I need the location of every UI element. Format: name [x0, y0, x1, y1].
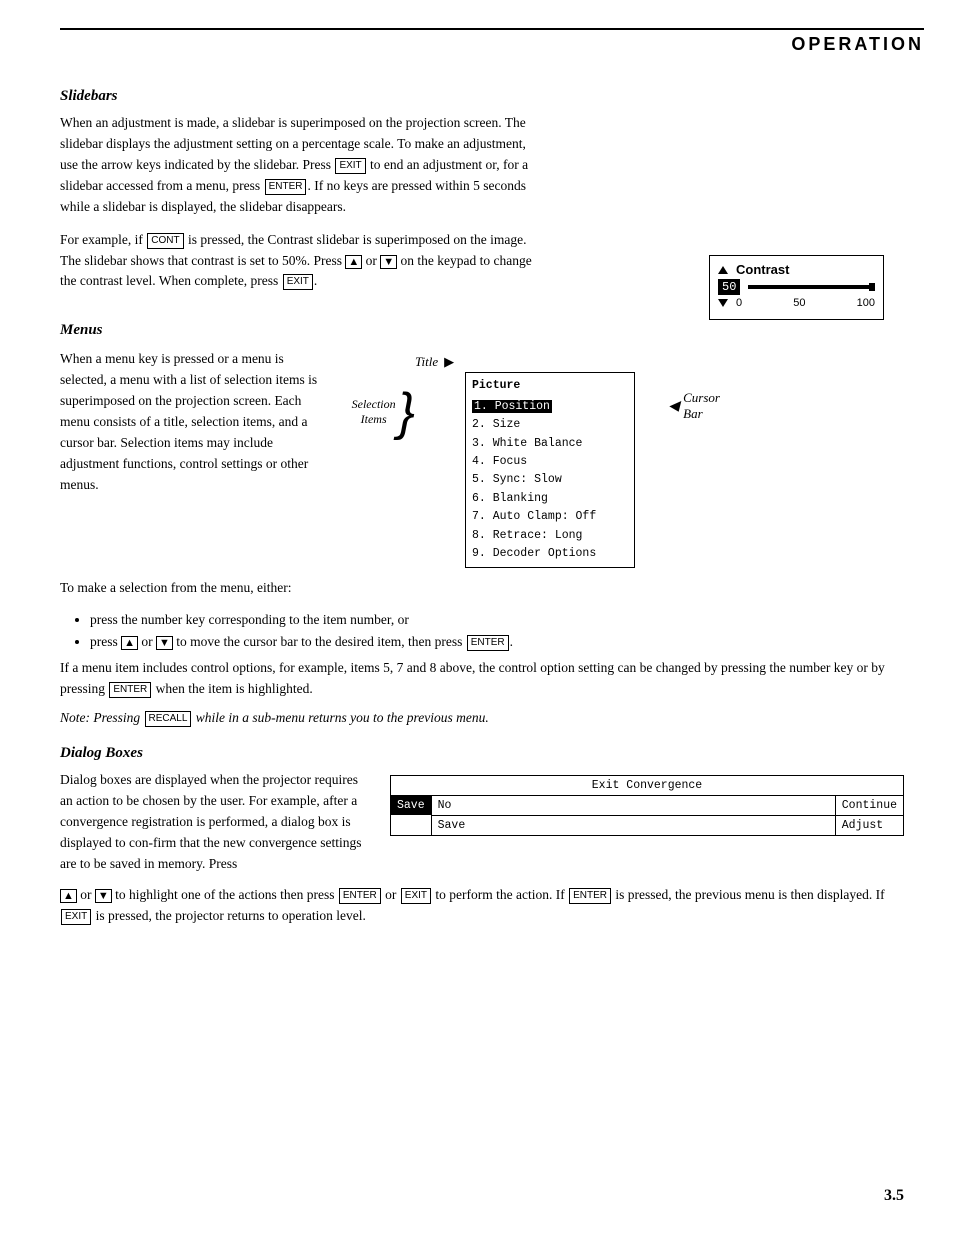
page-number: 3.5 — [884, 1187, 904, 1205]
menu-item-5: 5. Sync: Slow — [472, 471, 628, 489]
dialog-box-buttons: Save No Save Continue Adjust — [391, 796, 903, 835]
dialog-save2-btn[interactable]: Save — [432, 816, 835, 835]
menu-item-7: 7. Auto Clamp: Off — [472, 508, 628, 526]
cursor-bar-label: Cursor Bar — [683, 390, 720, 422]
menus-bullet-list: press the number key corresponding to th… — [80, 609, 904, 652]
menus-text-col: When a menu key is pressed or a menu is … — [60, 349, 330, 568]
dialog-continue-btn[interactable]: Continue — [836, 796, 903, 816]
menus-body-text: When a menu key is pressed or a menu is … — [60, 349, 330, 495]
contrast-up-arrow-icon — [718, 266, 728, 274]
exit-key-badge: EXIT — [335, 158, 365, 174]
dialog-layout: Dialog boxes are displayed when the proj… — [60, 770, 904, 875]
menus-para2: If a menu item includes control options,… — [60, 658, 904, 700]
bullet-item-1: press the number key corresponding to th… — [90, 609, 904, 631]
up-key-badge3: ▲ — [60, 889, 77, 903]
dialog-boxes-heading: Dialog Boxes — [60, 745, 904, 762]
enter-key-badge: ENTER — [265, 179, 307, 195]
dialog-para2: ▲ or ▼ to highlight one of the actions t… — [60, 885, 904, 927]
cursor-bar-arrow-icon: ◀ — [668, 398, 679, 415]
menus-note: Note: Pressing RECALL while in a sub-men… — [60, 710, 904, 727]
menu-diagram: Title ▶ Picture 1. Position 2. Size 3. W… — [360, 354, 904, 568]
dn-key-badge: ▼ — [380, 255, 397, 269]
slidebars-para2: For example, if CONT is pressed, the Con… — [60, 230, 540, 293]
menu-title-label: Title — [415, 354, 438, 370]
enter-key-badge3: ENTER — [109, 682, 151, 698]
contrast-down-arrow-icon — [718, 299, 728, 307]
menu-item-3: 3. White Balance — [472, 435, 628, 453]
dialog-save-btn[interactable]: Save — [391, 796, 431, 815]
selection-items-label: SelectionItems — [352, 397, 396, 427]
contrast-value: 50 — [718, 279, 740, 295]
dialog-box: Exit Convergence Save No Save Continue A… — [390, 775, 904, 836]
header-bar: OPERATION — [60, 28, 924, 55]
menus-heading: Menus — [60, 322, 904, 339]
dn-key-badge3: ▼ — [95, 889, 112, 903]
dialog-adjust-btn[interactable]: Adjust — [836, 816, 903, 835]
menus-layout: When a menu key is pressed or a menu is … — [60, 349, 904, 568]
dialog-para1: Dialog boxes are displayed when the proj… — [60, 770, 370, 875]
recall-key-badge: RECALL — [145, 711, 192, 727]
dialog-middle-col: No Save — [431, 796, 835, 835]
dn-key-badge2: ▼ — [156, 636, 173, 650]
menu-title-arrow-icon: ▶ — [444, 354, 454, 370]
contrast-scale-max: 100 — [857, 297, 875, 309]
slidebars-section: Slidebars Contrast 50 0 50 100 — [60, 88, 904, 292]
slidebars-heading: Slidebars — [60, 88, 904, 105]
selection-items-group: SelectionItems } — [360, 386, 415, 438]
menus-diagram-col: Title ▶ Picture 1. Position 2. Size 3. W… — [350, 349, 904, 568]
exit-key-badge4: EXIT — [401, 888, 431, 904]
up-key-badge2: ▲ — [121, 636, 138, 650]
slidebars-para1: When an adjustment is made, a slidebar i… — [60, 113, 540, 218]
menus-section: Menus When a menu key is pressed or a me… — [60, 322, 904, 727]
menu-item-1: 1. Position — [472, 398, 628, 416]
enter-key-badge4: ENTER — [339, 888, 381, 904]
exit-key-badge5: EXIT — [61, 909, 91, 925]
menu-item-6: 6. Blanking — [472, 490, 628, 508]
dialog-boxes-section: Dialog Boxes Dialog boxes are displayed … — [60, 745, 904, 926]
selection-brace-icon: } — [398, 386, 415, 438]
cont-key-badge: CONT — [147, 233, 183, 249]
dialog-diagram-col: Exit Convergence Save No Save Continue A… — [390, 770, 904, 875]
dialog-left-col: Save — [391, 796, 431, 835]
contrast-slidebar-diagram: Contrast 50 0 50 100 — [709, 255, 884, 320]
enter-key-badge2: ENTER — [467, 635, 509, 651]
header-title: OPERATION — [791, 34, 924, 55]
contrast-scale-min: 0 — [736, 297, 742, 309]
menu-item-highlighted-text: 1. Position — [472, 400, 552, 413]
dialog-no-btn[interactable]: No — [432, 796, 835, 816]
menu-item-9: 9. Decoder Options — [472, 545, 628, 563]
menu-item-2: 2. Size — [472, 416, 628, 434]
dialog-right-col: Continue Adjust — [835, 796, 903, 835]
cursor-bar-group: ◀ Cursor Bar — [668, 390, 720, 422]
contrast-title: Contrast — [736, 262, 789, 277]
dialog-box-title: Exit Convergence — [391, 776, 903, 796]
up-key-badge: ▲ — [345, 255, 362, 269]
enter-key-badge5: ENTER — [569, 888, 611, 904]
menu-box-title: Picture — [472, 377, 628, 395]
menu-item-4: 4. Focus — [472, 453, 628, 471]
menus-para-after: To make a selection from the menu, eithe… — [60, 578, 904, 599]
content-area: Slidebars Contrast 50 0 50 100 — [60, 70, 904, 937]
exit2-key-badge: EXIT — [283, 274, 313, 290]
menu-title-row: Title ▶ — [415, 354, 904, 370]
contrast-track — [748, 285, 875, 289]
menu-item-8: 8. Retrace: Long — [472, 527, 628, 545]
dialog-text-col: Dialog boxes are displayed when the proj… — [60, 770, 370, 875]
contrast-end-marker — [869, 283, 875, 291]
menu-box: Picture 1. Position 2. Size 3. White Bal… — [465, 372, 635, 568]
bullet-item-2: press ▲ or ▼ to move the cursor bar to t… — [90, 631, 904, 653]
contrast-scale-mid: 50 — [793, 297, 805, 309]
